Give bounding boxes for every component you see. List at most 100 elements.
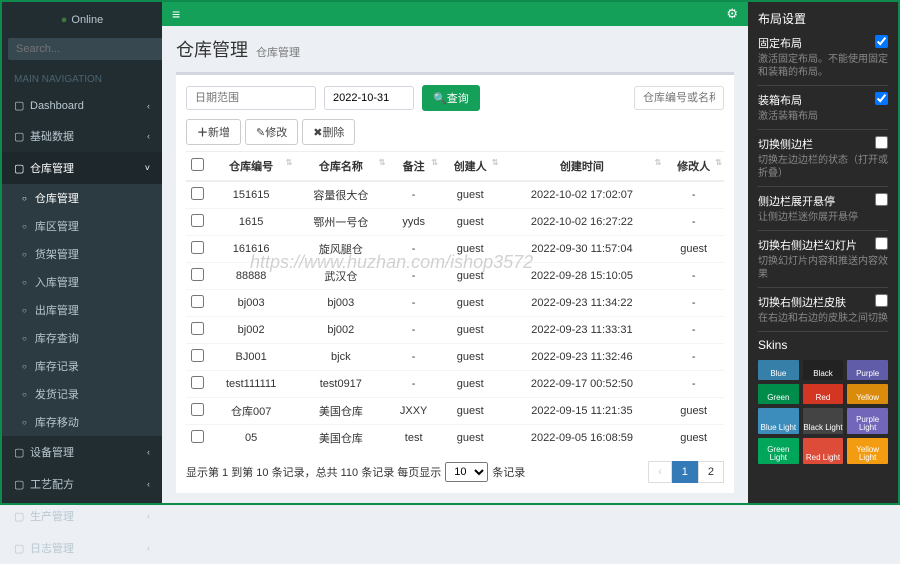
sidebar-subitem[interactable]: 货架管理 [2, 240, 162, 268]
cell-modifier: - [663, 181, 724, 209]
table-row[interactable]: 仓库007 美国仓库 JXXY guest 2022-09-15 11:21:3… [186, 398, 724, 425]
sort-icon: ⇅ [286, 158, 293, 167]
sidebar-subitem[interactable]: 仓库管理 [2, 184, 162, 212]
column-header[interactable]: 仓库编号⇅ [208, 152, 294, 182]
date-range-input[interactable] [186, 86, 316, 110]
sidebar-item[interactable]: ▢Dashboard‹ [2, 91, 162, 120]
sidebar-subitem[interactable]: 库存查询 [2, 324, 162, 352]
skin-swatch[interactable]: Yellow [847, 384, 888, 404]
cell-remark: yyds [387, 209, 440, 236]
skin-swatch[interactable]: Blue [758, 360, 799, 380]
setting-checkbox[interactable] [875, 193, 888, 206]
sidebar-item[interactable]: ▢仓库管理˅ [2, 152, 162, 184]
skin-swatch[interactable]: Black Light [803, 408, 844, 434]
nav-icon: ▢ [14, 542, 30, 555]
sidebar-subitem[interactable]: 出库管理 [2, 296, 162, 324]
chevron-icon: ‹ [147, 131, 150, 141]
page-button[interactable]: ‹ [648, 461, 672, 483]
setting-label: 切换侧边栏 [758, 136, 875, 152]
row-checkbox[interactable] [191, 268, 204, 281]
row-checkbox[interactable] [191, 430, 204, 443]
table-row[interactable]: 151615 容量很大仓 - guest 2022-10-02 17:02:07… [186, 181, 724, 209]
sidebar-subitem[interactable]: 入库管理 [2, 268, 162, 296]
setting-desc: 切换幻灯片内容和推送内容效果 [758, 255, 888, 281]
setting-checkbox[interactable] [875, 136, 888, 149]
edit-button[interactable]: ✎修改 [245, 119, 298, 145]
sidebar-subitem[interactable]: 库存记录 [2, 352, 162, 380]
sidebar-item-label: 生产管理 [30, 508, 74, 524]
query-button[interactable]: 🔍查询 [422, 85, 480, 111]
nav-icon: ▢ [14, 510, 30, 523]
skin-swatch[interactable]: Red [803, 384, 844, 404]
sidebar-item-label: 基础数据 [30, 128, 74, 144]
search-input[interactable] [8, 38, 166, 60]
sidebar-subitem[interactable]: 发货记录 [2, 380, 162, 408]
skin-swatch[interactable]: Green Light [758, 438, 799, 464]
setting-label: 固定布局 [758, 35, 875, 51]
table-row[interactable]: BJ001 bjck - guest 2022-09-23 11:32:46 - [186, 344, 724, 371]
skin-swatch[interactable]: Purple [847, 360, 888, 380]
cell-code: 88888 [208, 263, 294, 290]
column-header[interactable]: 备注⇅ [387, 152, 440, 182]
select-all-checkbox[interactable] [191, 158, 204, 171]
column-header[interactable]: 创建人⇅ [440, 152, 501, 182]
table-row[interactable]: bj003 bj003 - guest 2022-09-23 11:34:22 … [186, 290, 724, 317]
page-button[interactable]: 2 [698, 461, 724, 483]
row-checkbox[interactable] [191, 403, 204, 416]
column-header[interactable]: 仓库名称⇅ [294, 152, 387, 182]
menu-toggle-icon[interactable]: ≡ [172, 6, 180, 22]
sidebar-item[interactable]: ▢基础数据‹ [2, 120, 162, 152]
settings-toggle-icon[interactable]: ⚙ [726, 6, 738, 22]
table-row[interactable]: 1615 鄂州一号仓 yyds guest 2022-10-02 16:27:2… [186, 209, 724, 236]
row-checkbox[interactable] [191, 322, 204, 335]
chevron-icon: ‹ [147, 479, 150, 489]
row-checkbox[interactable] [191, 295, 204, 308]
table-row[interactable]: bj002 bj002 - guest 2022-09-23 11:33:31 … [186, 317, 724, 344]
table-row[interactable]: 88888 武汉仓 - guest 2022-09-28 15:10:05 - [186, 263, 724, 290]
cell-modifier: guest [663, 398, 724, 425]
row-checkbox[interactable] [191, 241, 204, 254]
skin-swatch[interactable]: Green [758, 384, 799, 404]
skin-swatch[interactable]: Purple Light [847, 408, 888, 434]
sidebar-subitem[interactable]: 库存移动 [2, 408, 162, 436]
cell-modifier: - [663, 344, 724, 371]
row-checkbox[interactable] [191, 376, 204, 389]
row-checkbox[interactable] [191, 187, 204, 200]
skins-title: Skins [758, 338, 888, 352]
date-end-input[interactable] [324, 86, 414, 110]
cell-creator: guest [440, 425, 501, 452]
sidebar-item[interactable]: ▢工艺配方‹ [2, 468, 162, 500]
sidebar-item[interactable]: ▢日志管理‹ [2, 532, 162, 564]
code-name-search-input[interactable] [634, 86, 724, 110]
add-button[interactable]: ＋新增 [186, 119, 241, 145]
skin-swatch[interactable]: Blue Light [758, 408, 799, 434]
cell-code: 05 [208, 425, 294, 452]
cell-creator: guest [440, 209, 501, 236]
setting-label: 侧边栏展开悬停 [758, 193, 875, 209]
nav-icon: ▢ [14, 162, 30, 175]
page-size-select[interactable]: 10 [445, 462, 488, 482]
skin-swatch[interactable]: Black [803, 360, 844, 380]
row-checkbox[interactable] [191, 349, 204, 362]
data-table: 仓库编号⇅仓库名称⇅备注⇅创建人⇅创建时间⇅修改人⇅ 151615 容量很大仓 … [186, 151, 724, 451]
row-checkbox[interactable] [191, 214, 204, 227]
cell-creator: guest [440, 263, 501, 290]
cell-created: 2022-09-30 11:57:04 [501, 236, 664, 263]
page-button[interactable]: 1 [672, 461, 698, 483]
table-row[interactable]: 161616 旋风腿仓 - guest 2022-09-30 11:57:04 … [186, 236, 724, 263]
table-row[interactable]: 05 美国仓库 test guest 2022-09-05 16:08:59 g… [186, 425, 724, 452]
setting-checkbox[interactable] [875, 35, 888, 48]
sidebar-item[interactable]: ▢设备管理‹ [2, 436, 162, 468]
table-row[interactable]: test111111 test0917 - guest 2022-09-17 0… [186, 371, 724, 398]
setting-checkbox[interactable] [875, 294, 888, 307]
skin-swatch[interactable]: Yellow Light [847, 438, 888, 464]
setting-checkbox[interactable] [875, 237, 888, 250]
cell-modifier: - [663, 371, 724, 398]
sidebar-subitem[interactable]: 库区管理 [2, 212, 162, 240]
setting-checkbox[interactable] [875, 92, 888, 105]
setting-desc: 在右边和右边的皮肤之间切换 [758, 312, 888, 325]
skin-swatch[interactable]: Red Light [803, 438, 844, 464]
column-header[interactable]: 修改人⇅ [663, 152, 724, 182]
column-header[interactable]: 创建时间⇅ [501, 152, 664, 182]
delete-button[interactable]: ✖删除 [302, 119, 355, 145]
